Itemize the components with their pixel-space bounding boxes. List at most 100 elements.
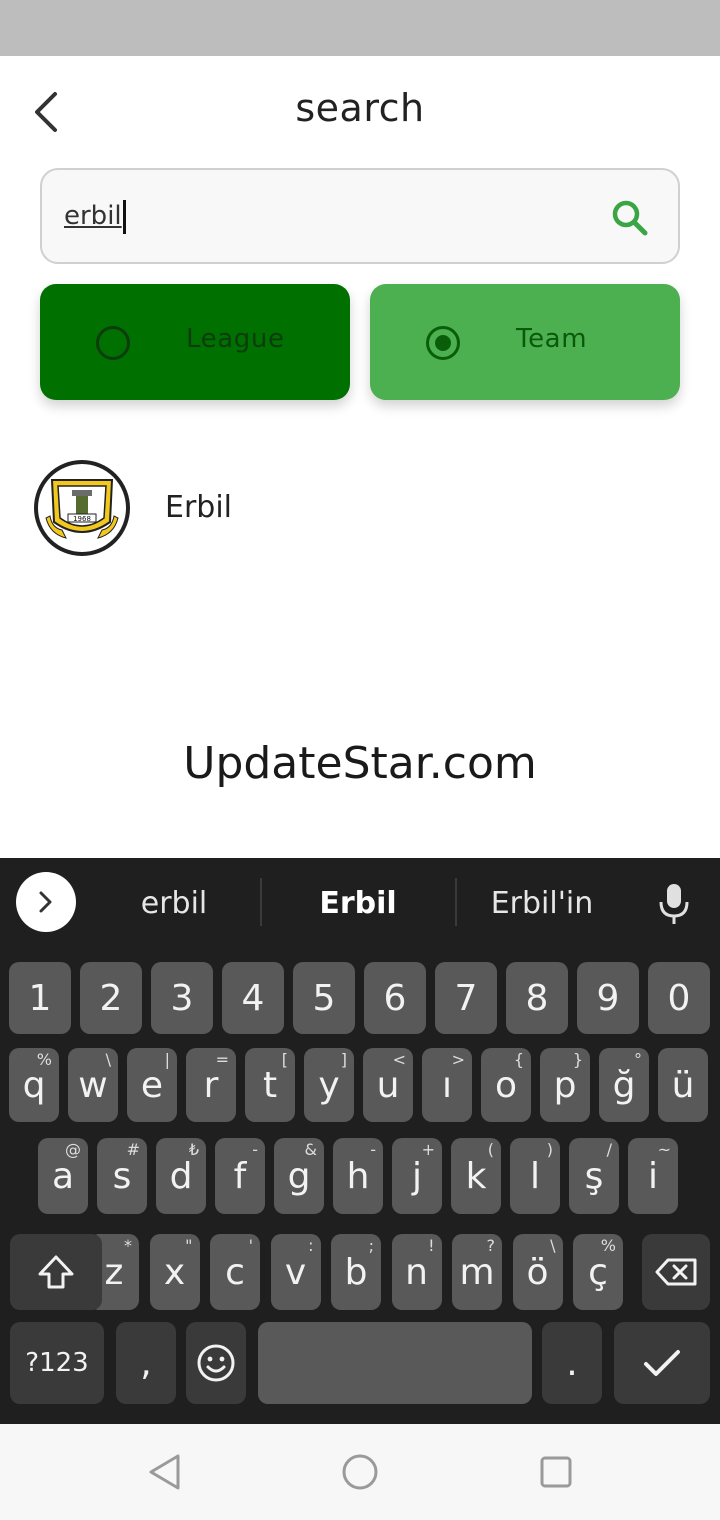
key-t[interactable]: t[: [245, 1048, 295, 1122]
key-ü[interactable]: ü: [658, 1048, 708, 1122]
search-box[interactable]: erbil: [40, 168, 680, 264]
key-label: h: [346, 1155, 370, 1197]
key-w[interactable]: w \: [68, 1048, 118, 1122]
team-logo: 1968: [34, 460, 130, 556]
key-3[interactable]: 3: [151, 962, 213, 1034]
key-label: v: [284, 1251, 307, 1293]
key-label: p: [553, 1064, 577, 1106]
key-5[interactable]: 5: [293, 962, 355, 1034]
key-hint: ~: [657, 1140, 671, 1159]
emoji-key[interactable]: [186, 1322, 246, 1404]
league-radio[interactable]: [96, 326, 130, 360]
key-label: k: [465, 1155, 487, 1197]
suggestion-2[interactable]: Erbil: [266, 880, 450, 928]
key-q[interactable]: q%: [9, 1048, 59, 1122]
search-button[interactable]: [606, 194, 654, 242]
suggestion-1[interactable]: erbil: [94, 880, 254, 928]
key-label: y: [318, 1064, 340, 1106]
key-label: ü: [671, 1064, 695, 1106]
key-x[interactable]: x ": [149, 1234, 200, 1310]
key-b[interactable]: b;: [331, 1234, 381, 1310]
key-8[interactable]: 8: [506, 962, 568, 1034]
key-hint: }: [572, 1050, 583, 1069]
key-ğ[interactable]: ğ °: [599, 1048, 649, 1122]
key-hint: *: [124, 1236, 132, 1255]
key-0[interactable]: 0: [648, 962, 710, 1034]
filter-team-button[interactable]: Team: [370, 284, 680, 400]
shift-key[interactable]: [10, 1234, 102, 1310]
suggestion-bar: erbil Erbil Erbil'in: [0, 858, 720, 952]
key-f[interactable]: f-: [215, 1138, 265, 1214]
symbols-key[interactable]: ?123: [10, 1322, 104, 1404]
voice-input-button[interactable]: [648, 876, 700, 932]
space-key[interactable]: [258, 1322, 532, 1404]
key-label: t: [262, 1064, 278, 1106]
shift-icon: [38, 1255, 74, 1289]
filter-team-label: Team: [516, 324, 588, 354]
key-ç[interactable]: ç%: [573, 1234, 623, 1310]
key-u[interactable]: u <: [363, 1048, 413, 1122]
nav-recents-button[interactable]: [532, 1448, 580, 1496]
key-r[interactable]: r =: [186, 1048, 236, 1122]
comma-key[interactable]: ,: [116, 1322, 176, 1404]
key-label: 1: [28, 977, 52, 1019]
key-c[interactable]: c ': [210, 1234, 260, 1310]
key-j[interactable]: j +: [392, 1138, 442, 1214]
key-d[interactable]: d ₺: [156, 1138, 206, 1214]
search-icon: [612, 200, 648, 236]
key-e[interactable]: e |: [127, 1048, 177, 1122]
key-label: 2: [99, 977, 123, 1019]
key-i[interactable]: i ~: [628, 1138, 678, 1214]
microphone-icon: [659, 884, 689, 924]
key-hint: %: [600, 1236, 616, 1255]
key-hint: +: [421, 1140, 435, 1159]
key-label: n: [405, 1251, 428, 1293]
key-9[interactable]: 9: [577, 962, 639, 1034]
key-label: x: [163, 1251, 186, 1293]
search-input[interactable]: erbil: [64, 192, 584, 240]
key-a[interactable]: a @: [38, 1138, 88, 1214]
period-key[interactable]: .: [542, 1322, 602, 1404]
key-ö[interactable]: ö \: [512, 1234, 563, 1310]
key-hint: @: [65, 1140, 81, 1159]
key-7[interactable]: 7: [435, 962, 497, 1034]
key-g[interactable]: g &: [274, 1138, 324, 1214]
backspace-key[interactable]: [642, 1234, 710, 1310]
expand-suggestions-button[interactable]: [16, 872, 76, 932]
key-h[interactable]: h-: [333, 1138, 383, 1214]
key-k[interactable]: k(: [451, 1138, 501, 1214]
nav-home-button[interactable]: [336, 1448, 384, 1496]
result-item-erbil[interactable]: 1968 Erbil: [0, 450, 720, 566]
key-label: i: [647, 1155, 658, 1197]
key-s[interactable]: s #: [97, 1138, 147, 1214]
team-radio[interactable]: [426, 326, 460, 360]
key-m[interactable]: m?: [452, 1234, 502, 1310]
key-label: 6: [383, 977, 407, 1019]
key-6[interactable]: 6: [364, 962, 426, 1034]
circle-home-icon: [342, 1454, 378, 1490]
nav-back-button[interactable]: [140, 1448, 188, 1496]
key-4[interactable]: 4: [222, 962, 284, 1034]
key-label: 0: [667, 977, 691, 1019]
key-y[interactable]: y]: [304, 1048, 354, 1122]
key-l[interactable]: l): [510, 1138, 560, 1214]
key-label: j: [411, 1155, 422, 1197]
suggestion-3[interactable]: Erbil'in: [462, 880, 622, 928]
key-label: q: [22, 1064, 46, 1106]
key-2[interactable]: 2: [80, 962, 142, 1034]
enter-key[interactable]: [614, 1322, 710, 1404]
key-ş[interactable]: ş /: [569, 1138, 619, 1214]
key-n[interactable]: n!: [391, 1234, 442, 1310]
key-p[interactable]: p}: [540, 1048, 590, 1122]
key-1[interactable]: 1: [9, 962, 71, 1034]
key-hint: \: [550, 1236, 556, 1255]
system-nav-bar: [0, 1424, 720, 1520]
text-caret: [122, 199, 126, 234]
key-v[interactable]: v:: [270, 1234, 321, 1310]
filter-league-button[interactable]: League: [40, 284, 350, 400]
key-ı[interactable]: ı >: [422, 1048, 472, 1122]
key-o[interactable]: o{: [481, 1048, 531, 1122]
key-hint: !: [428, 1236, 435, 1255]
key-hint: %: [36, 1050, 52, 1069]
key-hint: |: [164, 1050, 170, 1069]
